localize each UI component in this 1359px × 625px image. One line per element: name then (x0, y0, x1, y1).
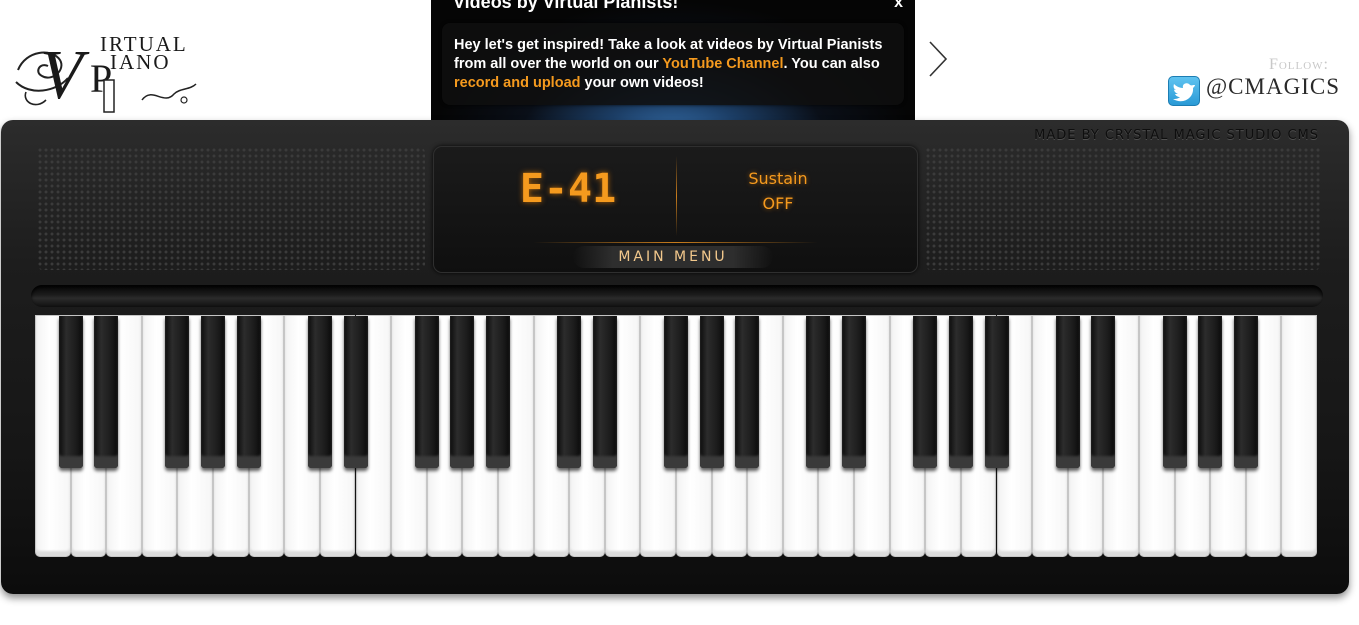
black-key[interactable] (201, 316, 226, 468)
note-readout: E-41 (519, 166, 617, 212)
black-key[interactable] (1162, 316, 1187, 468)
black-key[interactable] (94, 316, 119, 468)
follow-label: Follow: (1268, 56, 1329, 73)
display-panel: E-41 Sustain OFF MAIN MENU (433, 146, 918, 273)
black-key[interactable] (984, 316, 1009, 468)
twitter-icon[interactable] (1168, 76, 1200, 106)
black-key[interactable] (948, 316, 973, 468)
black-key[interactable] (913, 316, 938, 468)
speaker-grille-right (925, 147, 1321, 270)
black-key[interactable] (664, 316, 688, 468)
key-rail (31, 285, 1323, 307)
sustain-label[interactable]: Sustain (703, 169, 853, 188)
notice-text-part-2: . You can also (783, 56, 880, 72)
black-key[interactable] (806, 316, 831, 468)
close-icon[interactable]: x (894, 0, 903, 12)
display-divider (676, 156, 677, 236)
sustain-toggle[interactable]: OFF (703, 194, 853, 213)
chevron-right-icon[interactable] (926, 40, 950, 78)
black-key[interactable] (1233, 316, 1258, 468)
brand-label: MADE BY CRYSTAL MAGIC STUDIO CMS (1034, 128, 1319, 143)
black-key[interactable] (343, 316, 368, 468)
main-menu-button[interactable]: MAIN MENU (573, 246, 773, 268)
black-key[interactable] (450, 316, 475, 468)
black-key[interactable] (1055, 316, 1080, 468)
black-key[interactable] (592, 316, 617, 468)
notice-message: Hey let's get inspired! Take a look at v… (454, 36, 896, 93)
keyboard (36, 316, 1318, 558)
notice-message-box: Hey let's get inspired! Take a look at v… (442, 23, 904, 105)
notice-text-part-3: your own videos! (580, 75, 704, 91)
black-key[interactable] (1198, 316, 1223, 468)
piano-body: MADE BY CRYSTAL MAGIC STUDIO CMS E-41 Su… (1, 120, 1349, 594)
twitter-handle-link[interactable]: @CMAGICS (1206, 74, 1340, 100)
black-key[interactable] (236, 316, 261, 468)
black-key[interactable] (1091, 316, 1116, 468)
black-key[interactable] (307, 316, 332, 468)
black-key[interactable] (165, 316, 190, 468)
black-key[interactable] (842, 316, 867, 468)
black-key[interactable] (699, 316, 724, 468)
youtube-channel-link[interactable]: YouTube Channel (662, 56, 783, 72)
black-key[interactable] (557, 316, 582, 468)
black-key[interactable] (485, 316, 510, 468)
display-line (533, 242, 818, 243)
black-key[interactable] (414, 316, 439, 468)
notice-title: Videos by Virtual Pianists! (453, 0, 679, 12)
videos-notice: Videos by Virtual Pianists! x Hey let's … (431, 0, 915, 120)
virtual-piano-logo[interactable]: V P IRTUAL IANO (12, 30, 202, 118)
black-key[interactable] (735, 316, 760, 468)
record-upload-link[interactable]: record and upload (454, 75, 581, 91)
white-key[interactable] (1282, 316, 1316, 556)
svg-text:V: V (40, 37, 90, 114)
logo-word-iano: IANO (110, 50, 171, 74)
black-key[interactable] (58, 316, 83, 468)
speaker-grille-left (37, 147, 425, 270)
logo-flourish-icon (141, 83, 197, 104)
